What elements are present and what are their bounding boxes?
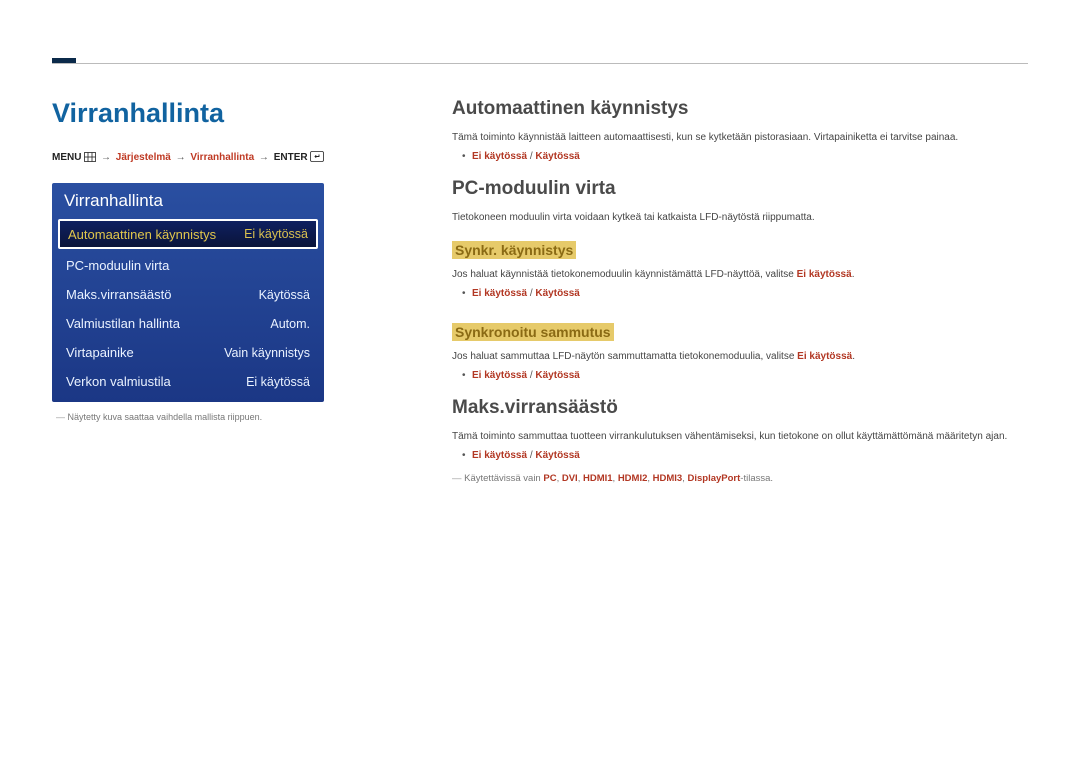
option-off: Ei käytössä [472, 450, 527, 461]
section-heading: Automaattinen käynnistys [452, 98, 1028, 120]
subsection-heading-sync-on: Synkr. käynnistys [452, 241, 576, 259]
osd-row-label: Virtapainike [66, 345, 224, 360]
input-port: PC [543, 473, 556, 484]
osd-row-auto-start[interactable]: Automaattinen käynnistys Ei käytössä [58, 219, 318, 249]
left-column: Virranhallinta MENU → Järjestelmä → Virr… [52, 98, 342, 422]
inputs-suffix: -tilassa. [740, 473, 773, 484]
osd-panel: Virranhallinta Automaattinen käynnistys … [52, 183, 324, 402]
osd-row-label: PC-moduulin virta [66, 258, 310, 273]
osd-row-value: Ei käytössä [246, 375, 310, 389]
option-off: Ei käytössä [472, 370, 527, 381]
option-off: Ei käytössä [472, 288, 527, 299]
osd-footnote: Näytetty kuva saattaa vaihdella mallista… [56, 412, 342, 422]
option-on: Käytössä [535, 288, 579, 299]
section-body: Tämä toiminto käynnistää laitteen automa… [452, 130, 1028, 145]
breadcrumb-menu-label: MENU [52, 152, 81, 163]
subsection-body: Jos haluat sammuttaa LFD-näytön sammutta… [452, 349, 1028, 364]
input-port: HDMI1 [583, 473, 613, 484]
menu-grid-icon [84, 152, 96, 162]
option-on: Käytössä [535, 151, 579, 162]
option-off-on: Ei käytössä / Käytössä [472, 288, 1028, 299]
inputs-lead: Käytettävissä vain [452, 473, 543, 484]
osd-row-label: Valmiustilan hallinta [66, 316, 270, 331]
option-on: Käytössä [535, 370, 579, 381]
osd-row-value: Autom. [270, 317, 310, 331]
option-off-on: Ei käytössä / Käytössä [472, 450, 1028, 461]
section-pc-module: PC-moduulin virta Tietokoneen moduulin v… [452, 178, 1028, 381]
input-port: HDMI2 [618, 473, 648, 484]
breadcrumb: MENU → Järjestelmä → Virranhallinta → EN… [52, 151, 342, 163]
input-port: DisplayPort [688, 473, 741, 484]
input-port: DVI [562, 473, 578, 484]
page-title: Virranhallinta [52, 98, 342, 129]
osd-row-power-button[interactable]: Virtapainike Vain käynnistys [52, 338, 324, 367]
breadcrumb-part-2: Virranhallinta [190, 152, 254, 163]
breadcrumb-part-1: Järjestelmä [116, 152, 171, 163]
subsection-body: Jos haluat käynnistää tietokonemoduulin … [452, 267, 1028, 282]
osd-row-label: Verkon valmiustila [66, 374, 246, 389]
subsection-heading-sync-off: Synkronoitu sammutus [452, 323, 614, 341]
osd-row-value: Käytössä [259, 288, 310, 302]
osd-row-standby[interactable]: Valmiustilan hallinta Autom. [52, 309, 324, 338]
body-post: . [852, 351, 855, 362]
osd-row-label: Automaattinen käynnistys [68, 227, 244, 242]
osd-row-network-standby[interactable]: Verkon valmiustila Ei käytössä [52, 367, 324, 396]
section-max-save: Maks.virransäästö Tämä toiminto sammutta… [452, 397, 1028, 484]
right-column: Automaattinen käynnistys Tämä toiminto k… [452, 98, 1028, 500]
osd-row-value: Vain käynnistys [224, 346, 310, 360]
osd-row-value: Ei käytössä [244, 227, 308, 241]
body-pre: Jos haluat käynnistää tietokonemoduulin … [452, 269, 797, 280]
osd-row-label: Maks.virransäästö [66, 287, 259, 302]
available-inputs-note: Käytettävissä vain PC, DVI, HDMI1, HDMI2… [452, 473, 1028, 484]
breadcrumb-arrow: → [176, 152, 189, 163]
osd-row-max-save[interactable]: Maks.virransäästö Käytössä [52, 280, 324, 309]
section-body: Tietokoneen moduulin virta voidaan kytke… [452, 210, 1028, 225]
body-post: . [852, 269, 855, 280]
section-auto-start: Automaattinen käynnistys Tämä toiminto k… [452, 98, 1028, 162]
body-red: Ei käytössä [797, 269, 852, 280]
option-off: Ei käytössä [472, 151, 527, 162]
option-off-on: Ei käytössä / Käytössä [472, 370, 1028, 381]
osd-panel-title: Virranhallinta [52, 183, 324, 219]
input-port: HDMI3 [653, 473, 683, 484]
breadcrumb-enter-label: ENTER [274, 152, 308, 163]
option-off-on: Ei käytössä / Käytössä [472, 151, 1028, 162]
section-heading: Maks.virransäästö [452, 397, 1028, 419]
section-heading: PC-moduulin virta [452, 178, 1028, 200]
option-on: Käytössä [535, 450, 579, 461]
body-pre: Jos haluat sammuttaa LFD-näytön sammutta… [452, 351, 797, 362]
breadcrumb-arrow: → [101, 152, 114, 163]
enter-icon [310, 151, 324, 162]
osd-row-pc-module[interactable]: PC-moduulin virta [52, 251, 324, 280]
breadcrumb-arrow: → [259, 152, 272, 163]
body-red: Ei käytössä [797, 351, 852, 362]
section-body: Tämä toiminto sammuttaa tuotteen virrank… [452, 429, 1028, 444]
header-divider [52, 63, 1028, 64]
